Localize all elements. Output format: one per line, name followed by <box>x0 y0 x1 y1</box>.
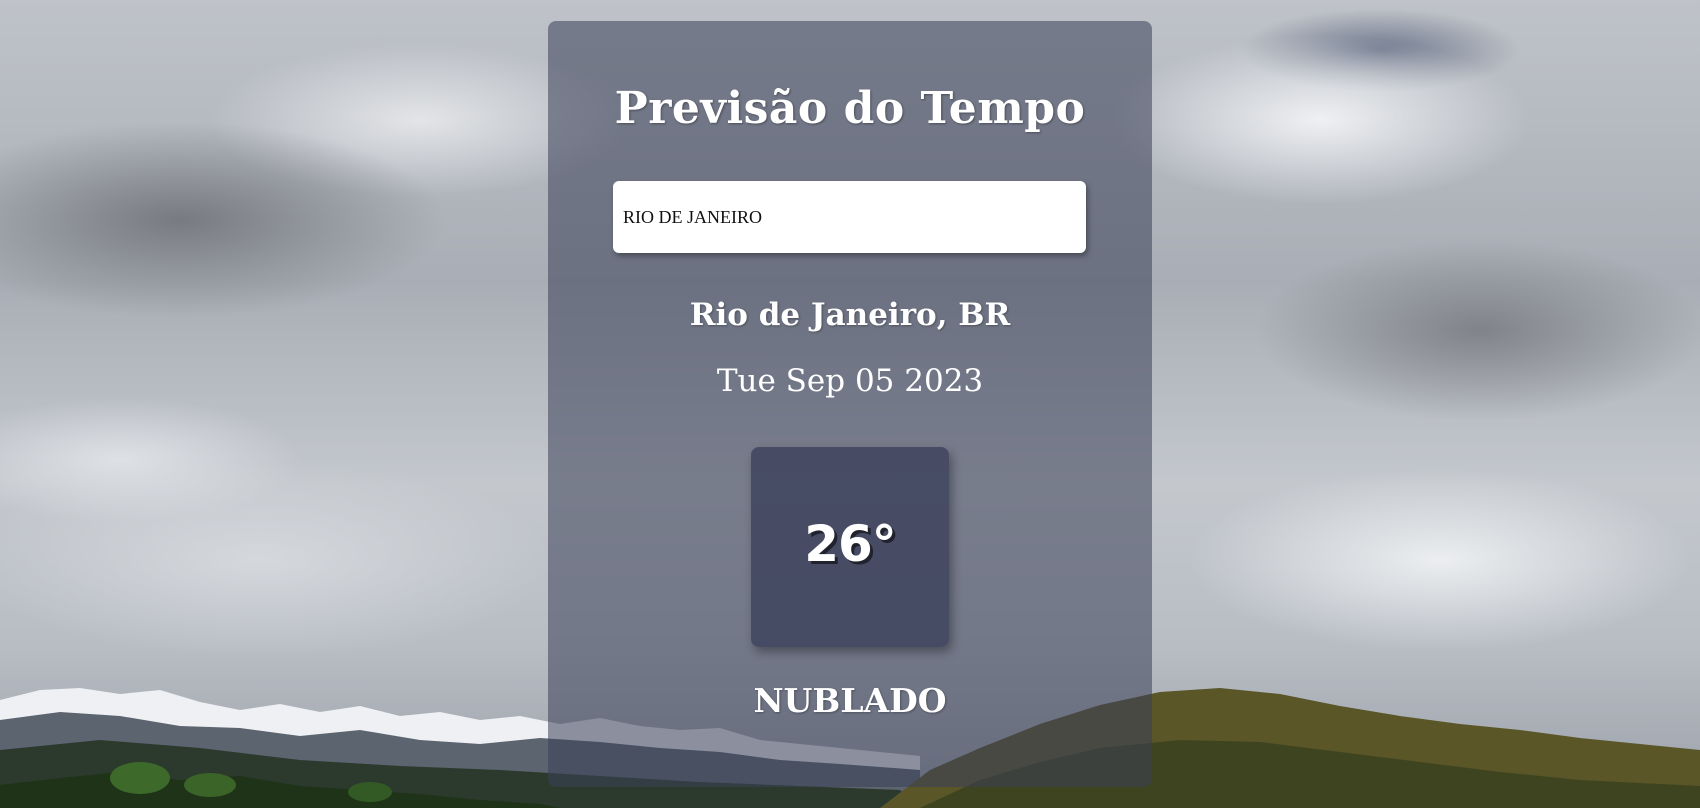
weather-card: Previsão do Tempo Rio de Janeiro, BR Tue… <box>548 21 1152 787</box>
temperature-box: 26° <box>751 447 949 647</box>
weather-condition: NUBLADO <box>753 681 947 720</box>
temperature-value: 26° <box>804 515 897 573</box>
date-label: Tue Sep 05 2023 <box>716 363 984 399</box>
page-title: Previsão do Tempo <box>614 83 1086 134</box>
city-search-input[interactable] <box>613 181 1086 253</box>
location-label: Rio de Janeiro, BR <box>689 297 1011 333</box>
